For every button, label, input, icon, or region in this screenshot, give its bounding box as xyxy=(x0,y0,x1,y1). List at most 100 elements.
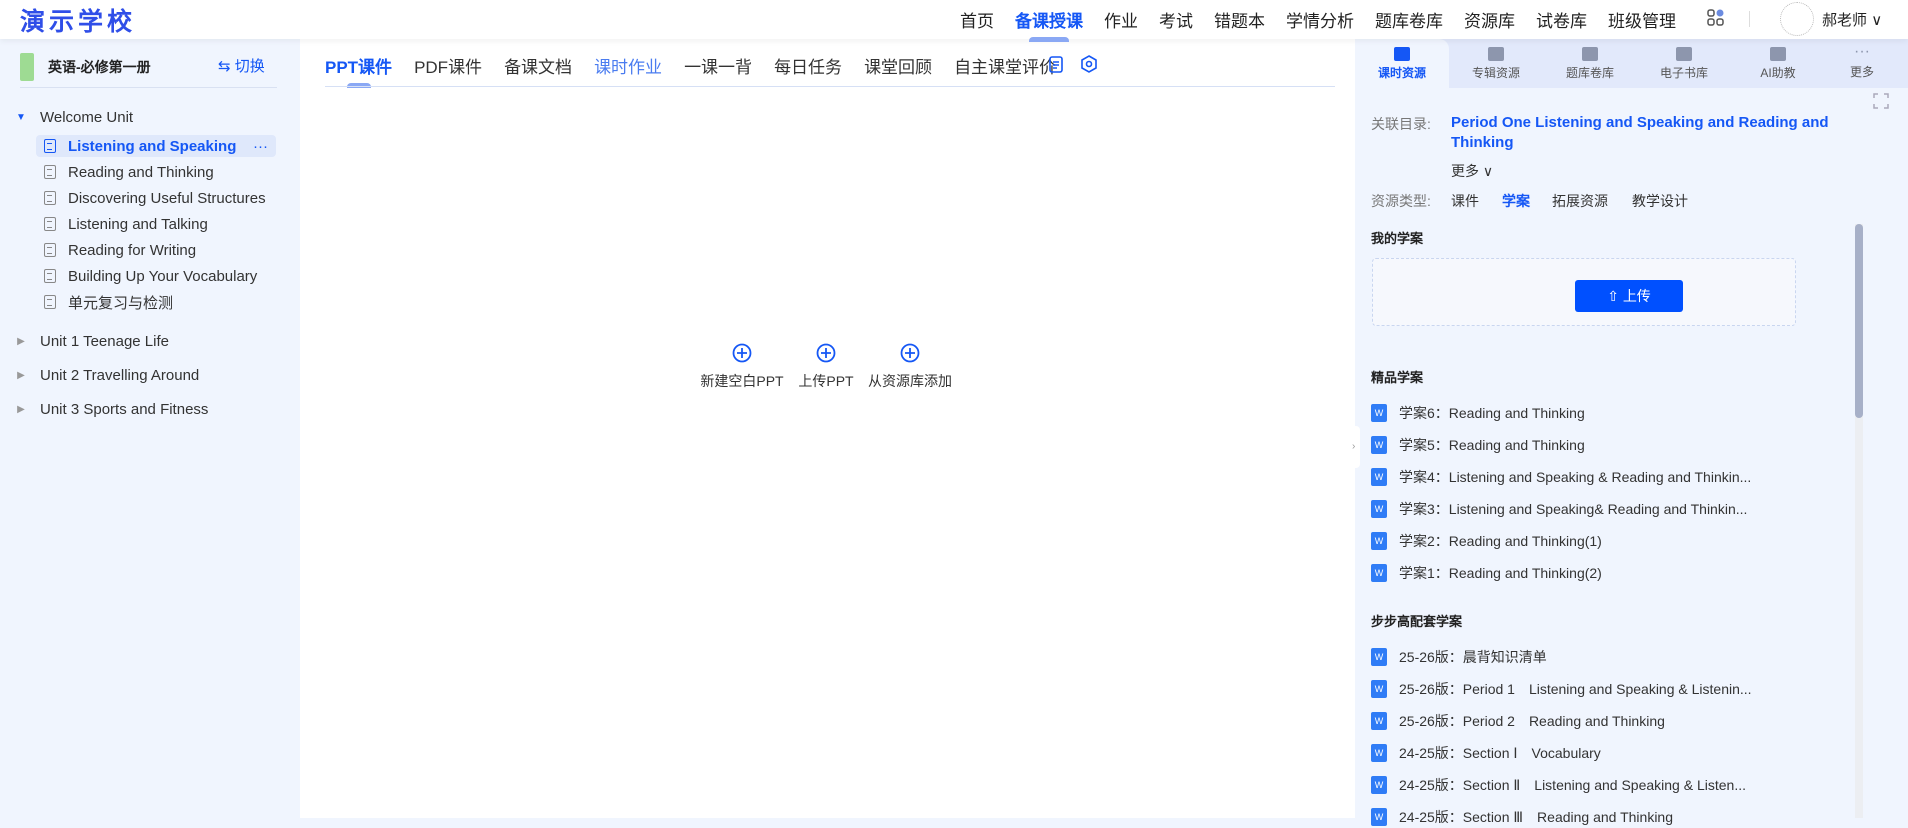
guide-item[interactable]: W 学案2：Reading and Thinking(1) xyxy=(1371,530,1602,552)
nav-papers[interactable]: 试卷库 xyxy=(1536,7,1587,32)
tab-lesson-resources[interactable]: 课时资源 xyxy=(1355,39,1449,88)
nav-question-bank[interactable]: 题库卷库 xyxy=(1375,7,1443,32)
lesson-item[interactable]: Discovering Useful Structures xyxy=(36,187,276,209)
apps-grid-icon[interactable] xyxy=(1706,8,1726,28)
nav-class-mgmt[interactable]: 班级管理 xyxy=(1608,7,1676,32)
guide-item[interactable]: W 学案3：Listening and Speaking& Reading and… xyxy=(1371,498,1747,520)
scrollbar-thumb[interactable] xyxy=(1855,224,1863,418)
tab-ebooks[interactable]: 电子书库 xyxy=(1637,39,1731,88)
unit-3[interactable]: ▶ Unit 3 Sports and Fitness xyxy=(14,401,208,418)
tab-question-bank[interactable]: 题库卷库 xyxy=(1543,39,1637,88)
tab-homework[interactable]: 课时作业 xyxy=(594,53,662,78)
word-doc-icon: W xyxy=(1371,500,1387,518)
divider xyxy=(1749,11,1750,27)
lesson-label: Listening and Speaking xyxy=(68,137,237,155)
action-label: 从资源库添加 xyxy=(868,373,952,389)
lesson-item[interactable]: Reading and Thinking xyxy=(36,161,276,183)
tab-recite[interactable]: 一课一背 xyxy=(684,53,752,78)
guide-item[interactable]: W 学案6：Reading and Thinking xyxy=(1371,402,1585,424)
unit-welcome[interactable]: ▼ Welcome Unit xyxy=(14,109,133,126)
unit-label: Welcome Unit xyxy=(40,109,134,126)
tab-review[interactable]: 课堂回顾 xyxy=(864,53,932,78)
word-doc-icon: W xyxy=(1371,468,1387,486)
type-teaching-design[interactable]: 教学设计 xyxy=(1632,191,1688,211)
avatar[interactable] xyxy=(1780,2,1814,36)
top-header: 演示学校 首页 备课授课 作业 考试 错题本 学情分析 题库卷库 资源库 试卷库… xyxy=(0,0,1908,42)
more-toggle[interactable]: 更多 ∨ xyxy=(1451,161,1493,181)
tab-pdf[interactable]: PDF课件 xyxy=(414,53,482,78)
tab-ai-assistant[interactable]: AI助教 xyxy=(1731,39,1825,88)
plus-circle-icon xyxy=(732,343,752,363)
nav-mistakes[interactable]: 错题本 xyxy=(1214,7,1265,32)
upload-area[interactable]: ⇧ 上传 xyxy=(1372,258,1796,326)
unit-1[interactable]: ▶ Unit 1 Teenage Life xyxy=(14,333,169,350)
video-icon xyxy=(1394,47,1410,61)
guide-title: 学案5：Reading and Thinking xyxy=(1399,437,1585,453)
bbg-title: 步步高配套学案 xyxy=(1371,614,1463,629)
more-icon[interactable]: ··· xyxy=(253,138,268,155)
guide-item[interactable]: W 24-25版：Section Ⅰ Vocabulary xyxy=(1371,742,1601,764)
main-nav: 首页 备课授课 作业 考试 错题本 学情分析 题库卷库 资源库 试卷库 班级管理 xyxy=(960,0,1697,42)
nav-analysis[interactable]: 学情分析 xyxy=(1286,7,1354,32)
caret-right-icon: ▶ xyxy=(17,404,25,415)
guide-item[interactable]: W 24-25版：Section Ⅲ Reading and Thinking xyxy=(1371,806,1673,828)
nav-exam[interactable]: 考试 xyxy=(1159,7,1193,32)
guide-item[interactable]: W 25-26版：晨背知识清单 xyxy=(1371,646,1547,668)
lesson-item[interactable]: Listening and Speaking ··· xyxy=(36,135,276,157)
chevron-down-icon: ∨ xyxy=(1871,12,1883,29)
premium-title: 精品学案 xyxy=(1371,370,1424,385)
tab-daily-tasks[interactable]: 每日任务 xyxy=(774,53,842,78)
tab-self-eval[interactable]: 自主课堂评价 xyxy=(954,53,1056,78)
lesson-item[interactable]: Building Up Your Vocabulary xyxy=(36,265,276,287)
caret-right-icon: ▶ xyxy=(17,336,25,347)
guide-item[interactable]: W 学案1：Reading and Thinking(2) xyxy=(1371,562,1602,584)
lesson-item[interactable]: 单元复习与检测 xyxy=(36,291,276,313)
lesson-label: 单元复习与检测 xyxy=(68,294,174,312)
collapse-panel-handle[interactable]: › xyxy=(1352,426,1360,468)
clipboard-icon[interactable] xyxy=(1047,55,1065,73)
document-icon xyxy=(44,139,56,153)
tab-label: 专辑资源 xyxy=(1471,66,1520,80)
document-icon xyxy=(44,269,56,283)
school-logo[interactable]: 演示学校 xyxy=(20,2,136,38)
guide-item[interactable]: W 25-26版：Period 2 Reading and Thinking xyxy=(1371,710,1665,732)
type-courseware[interactable]: 课件 xyxy=(1451,191,1479,211)
guide-item[interactable]: W 学案4：Listening and Speaking & Reading an… xyxy=(1371,466,1751,488)
type-study-guide[interactable]: 学案 xyxy=(1502,191,1530,211)
user-menu[interactable]: 郝老师 ∨ xyxy=(1822,9,1882,30)
related-catalog[interactable]: Period One Listening and Speaking and Re… xyxy=(1451,113,1841,153)
folder-icon xyxy=(1488,47,1504,61)
nav-home[interactable]: 首页 xyxy=(960,7,994,32)
upload-button[interactable]: ⇧ 上传 xyxy=(1575,280,1683,312)
guide-item[interactable]: W 学案5：Reading and Thinking xyxy=(1371,434,1585,456)
plus-circle-icon xyxy=(900,343,920,363)
lesson-item[interactable]: Reading for Writing xyxy=(36,239,276,261)
tab-prep-docs[interactable]: 备课文档 xyxy=(504,53,572,78)
nav-homework[interactable]: 作业 xyxy=(1104,7,1138,32)
settings-icon[interactable] xyxy=(1080,55,1098,73)
unit-2[interactable]: ▶ Unit 2 Travelling Around xyxy=(14,367,199,384)
tab-ppt[interactable]: PPT课件 xyxy=(325,53,392,88)
caret-right-icon: ▶ xyxy=(17,370,25,381)
switch-label: 切换 xyxy=(234,58,265,75)
tab-album-resources[interactable]: 专辑资源 xyxy=(1449,39,1543,88)
ai-icon xyxy=(1770,47,1786,61)
guide-item[interactable]: W 24-25版：Section Ⅱ Listening and Speaking… xyxy=(1371,774,1746,796)
document-icon xyxy=(44,191,56,205)
guide-item[interactable]: W 25-26版：Period 1 Listening and Speaking … xyxy=(1371,678,1752,700)
document-icon xyxy=(44,217,56,231)
nav-lesson-prep[interactable]: 备课授课 xyxy=(1015,7,1083,42)
guide-title: 学案6：Reading and Thinking xyxy=(1399,405,1585,421)
nav-resources[interactable]: 资源库 xyxy=(1464,7,1515,32)
add-from-library-button[interactable]: 从资源库添加 xyxy=(850,343,970,391)
expand-icon[interactable] xyxy=(1873,93,1889,109)
type-extended[interactable]: 拓展资源 xyxy=(1552,191,1608,211)
lesson-label: Discovering Useful Structures xyxy=(68,189,266,207)
scrollbar[interactable] xyxy=(1855,224,1863,818)
type-label: 资源类型: xyxy=(1371,193,1431,209)
tab-more[interactable]: ··· 更多 xyxy=(1815,39,1908,88)
switch-book-button[interactable]: ⇆ 切换 xyxy=(218,55,265,76)
lesson-item[interactable]: Listening and Talking xyxy=(36,213,276,235)
word-doc-icon: W xyxy=(1371,712,1387,730)
upload-label: 上传 xyxy=(1622,288,1651,304)
